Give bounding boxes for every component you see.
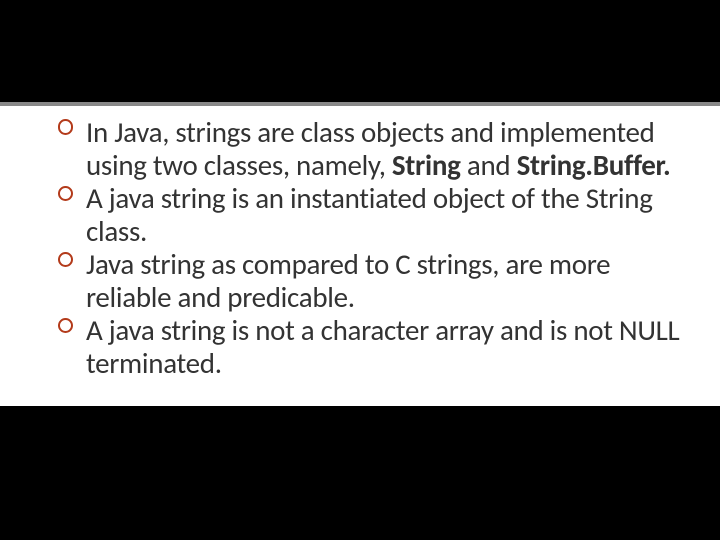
list-item: A java string is not a character array a… xyxy=(58,314,680,380)
text-strong: String xyxy=(392,147,467,183)
bullet-icon xyxy=(58,186,73,201)
text-strong: String.Buffer. xyxy=(517,147,671,183)
bullet-text: In Java, strings are class objects and i… xyxy=(86,114,670,183)
bullet-icon xyxy=(58,318,73,333)
bullet-text: Java string as compared to C strings, ar… xyxy=(86,246,610,315)
bullet-icon xyxy=(58,119,73,134)
bullet-text: A java string is an instantiated object … xyxy=(86,180,653,249)
text-run: and xyxy=(467,147,517,183)
bullet-text: A java string is not a character array a… xyxy=(86,312,679,381)
list-item: A java string is an instantiated object … xyxy=(58,182,680,248)
slide-body: In Java, strings are class objects and i… xyxy=(0,102,720,406)
list-item: In Java, strings are class objects and i… xyxy=(58,116,680,182)
slide: In Java, strings are class objects and i… xyxy=(0,0,720,540)
bullet-icon xyxy=(58,252,73,267)
list-item: Java string as compared to C strings, ar… xyxy=(58,248,680,314)
